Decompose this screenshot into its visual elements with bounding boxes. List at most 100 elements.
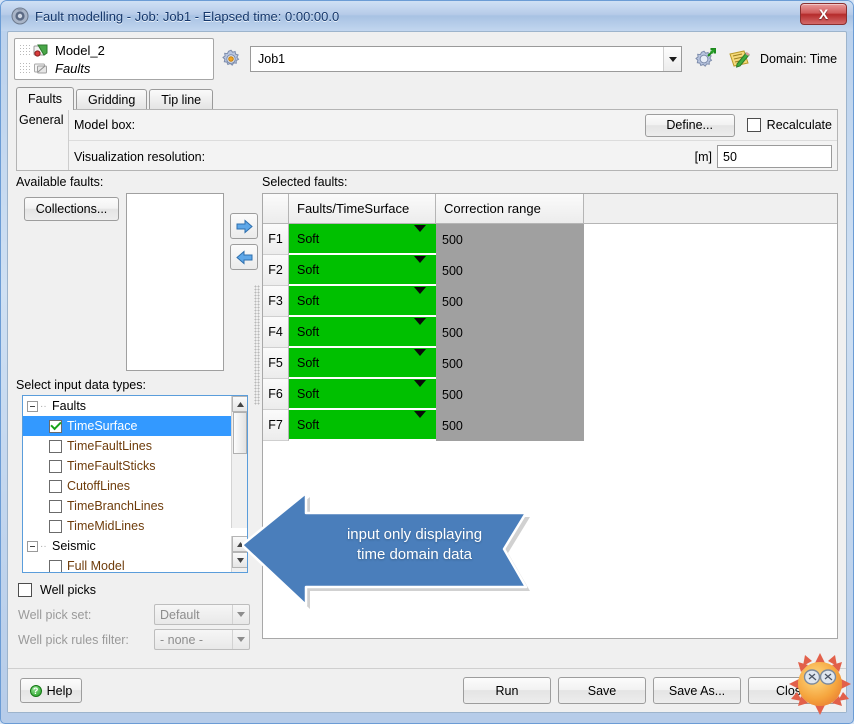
tab-faults[interactable]: Faults xyxy=(16,87,75,110)
job-value: Job1 xyxy=(258,52,286,66)
well-pick-set-label: Well pick set: xyxy=(18,607,92,622)
close-window-button[interactable]: X xyxy=(800,3,847,25)
save-button[interactable]: Save xyxy=(558,677,646,704)
table-row[interactable]: F2 Soft 500 xyxy=(263,255,837,286)
table-row[interactable]: F1 Soft 500 xyxy=(263,224,837,255)
available-faults-list[interactable] xyxy=(126,193,224,371)
scroll-up-icon[interactable] xyxy=(232,396,247,412)
correction-range-value[interactable]: 500 xyxy=(436,224,584,255)
well-pick-set-row: Well pick set: Default xyxy=(18,602,250,627)
correction-range-value[interactable]: 500 xyxy=(436,379,584,410)
recalculate-checkbox[interactable] xyxy=(746,118,761,132)
chevron-down-icon[interactable] xyxy=(414,410,426,432)
checkbox-checked-icon[interactable] xyxy=(49,419,62,433)
tab-tipline[interactable]: Tip line xyxy=(149,89,214,110)
checkbox-icon[interactable] xyxy=(49,519,62,533)
left-panel: Available faults: Collections... Select … xyxy=(16,175,258,664)
table-row[interactable]: F7 Soft 500 xyxy=(263,410,837,441)
well-pick-set-combobox[interactable]: Default xyxy=(154,604,250,625)
fault-type-combobox[interactable]: Soft xyxy=(289,224,436,255)
resolution-label: Visualization resolution: xyxy=(74,149,206,164)
tree-dots: ·· xyxy=(40,400,47,412)
help-button[interactable]: ? Help xyxy=(20,678,82,703)
tree-item-timefaultsticks[interactable]: TimeFaultSticks xyxy=(23,456,247,476)
tab-gridding[interactable]: Gridding xyxy=(76,89,148,110)
row-index: F2 xyxy=(263,255,289,286)
chevron-down-icon[interactable] xyxy=(414,348,426,370)
fault-type-combobox[interactable]: Soft xyxy=(289,379,436,410)
scrollbar-thumb[interactable] xyxy=(233,412,247,454)
table-row[interactable]: F6 Soft 500 xyxy=(263,379,837,410)
checkbox-icon[interactable] xyxy=(49,459,62,473)
chevron-down-icon[interactable] xyxy=(232,630,249,649)
checkbox-icon[interactable] xyxy=(49,479,62,493)
fault-type-value: Soft xyxy=(297,293,320,308)
chevron-down-icon[interactable] xyxy=(414,379,426,401)
define-button[interactable]: Define... xyxy=(644,113,735,137)
column-header-type[interactable]: Faults/TimeSurface xyxy=(289,194,436,223)
tree-item-timebranchlines[interactable]: TimeBranchLines xyxy=(23,496,247,516)
checkbox-icon[interactable] xyxy=(49,559,62,572)
correction-range-value[interactable]: 500 xyxy=(436,286,584,317)
correction-range-value[interactable]: 500 xyxy=(436,317,584,348)
gear-icon[interactable] xyxy=(220,48,242,70)
faults-icon xyxy=(33,61,50,76)
tree-label: CutoffLines xyxy=(67,479,131,493)
chevron-down-icon[interactable] xyxy=(414,317,426,339)
chevron-down-icon[interactable] xyxy=(414,224,426,246)
chevron-down-icon[interactable] xyxy=(414,255,426,277)
fault-type-combobox[interactable]: Soft xyxy=(289,410,436,441)
gear-export-icon[interactable] xyxy=(694,48,716,70)
run-button[interactable]: Run xyxy=(463,677,551,704)
table-row[interactable]: F5 Soft 500 xyxy=(263,348,837,379)
tab-strip: Faults Gridding Tip line xyxy=(16,87,838,110)
table-row[interactable]: F4 Soft 500 xyxy=(263,317,837,348)
table-row[interactable]: F3 Soft 500 xyxy=(263,286,837,317)
tree-group-faults[interactable]: ·· Faults xyxy=(23,396,247,416)
action-buttons: Run Save Save As... Close xyxy=(456,677,836,704)
fault-type-combobox[interactable]: Soft xyxy=(289,255,436,286)
save-as-button[interactable]: Save As... xyxy=(653,677,741,704)
tree-item-timefaultlines[interactable]: TimeFaultLines xyxy=(23,436,247,456)
table-body: F1 Soft 500 F2 Soft 500 F3 Soft 500 F4 S… xyxy=(263,224,837,441)
edit-notes-icon[interactable] xyxy=(728,48,750,70)
collapse-icon[interactable] xyxy=(27,400,38,412)
table-header-row: Faults/TimeSurface Correction range xyxy=(263,194,837,224)
well-picks-checkbox[interactable] xyxy=(18,582,32,597)
tree-item-fullmodel[interactable]: Full Model xyxy=(23,556,247,572)
well-pick-rules-combobox[interactable]: - none - xyxy=(154,629,250,650)
correction-range-value[interactable]: 500 xyxy=(436,348,584,379)
column-header-range[interactable]: Correction range xyxy=(436,194,584,223)
tree-group-seismic[interactable]: ·· Seismic xyxy=(23,536,247,556)
checkbox-icon[interactable] xyxy=(49,499,62,513)
tree-item-cutofflines[interactable]: CutoffLines xyxy=(23,476,247,496)
fault-type-value: Soft xyxy=(297,417,320,432)
fault-type-combobox[interactable]: Soft xyxy=(289,348,436,379)
arrow-right-icon[interactable] xyxy=(230,213,258,239)
tree-label: TimeFaultSticks xyxy=(67,459,156,473)
app-icon xyxy=(11,7,29,25)
fault-type-combobox[interactable]: Soft xyxy=(289,317,436,348)
tree-item-timemidlines[interactable]: TimeMidLines xyxy=(23,516,247,536)
general-group-label: General xyxy=(17,110,69,170)
correction-range-value[interactable]: 500 xyxy=(436,255,584,286)
correction-range-value[interactable]: 500 xyxy=(436,410,584,441)
collections-button[interactable]: Collections... xyxy=(24,197,119,221)
well-pick-rules-label: Well pick rules filter: xyxy=(18,632,129,647)
panel-splitter[interactable] xyxy=(254,285,260,405)
resolution-input[interactable]: 50 xyxy=(717,145,832,168)
fault-type-combobox[interactable]: Soft xyxy=(289,286,436,317)
chevron-down-icon[interactable] xyxy=(663,47,681,71)
model-box-row: Model box: Define... Recalculate xyxy=(69,110,837,141)
model-box-label: Model box: xyxy=(74,118,136,132)
tree-item-timesurface[interactable]: TimeSurface xyxy=(23,416,247,436)
collapse-icon[interactable] xyxy=(27,540,38,552)
checkbox-icon[interactable] xyxy=(49,439,62,453)
model-selector[interactable]: Model_2 Faults xyxy=(14,38,214,80)
arrow-left-icon[interactable] xyxy=(230,244,258,270)
dialog-client-area: Model_2 Faults Job1 Domain: Time Faults … xyxy=(7,31,847,713)
chevron-down-icon[interactable] xyxy=(414,286,426,308)
input-data-types-tree[interactable]: ·· Faults TimeSurface TimeFaultLines Tim… xyxy=(22,395,248,573)
fault-type-value: Soft xyxy=(297,324,320,339)
job-combobox[interactable]: Job1 xyxy=(250,46,682,72)
